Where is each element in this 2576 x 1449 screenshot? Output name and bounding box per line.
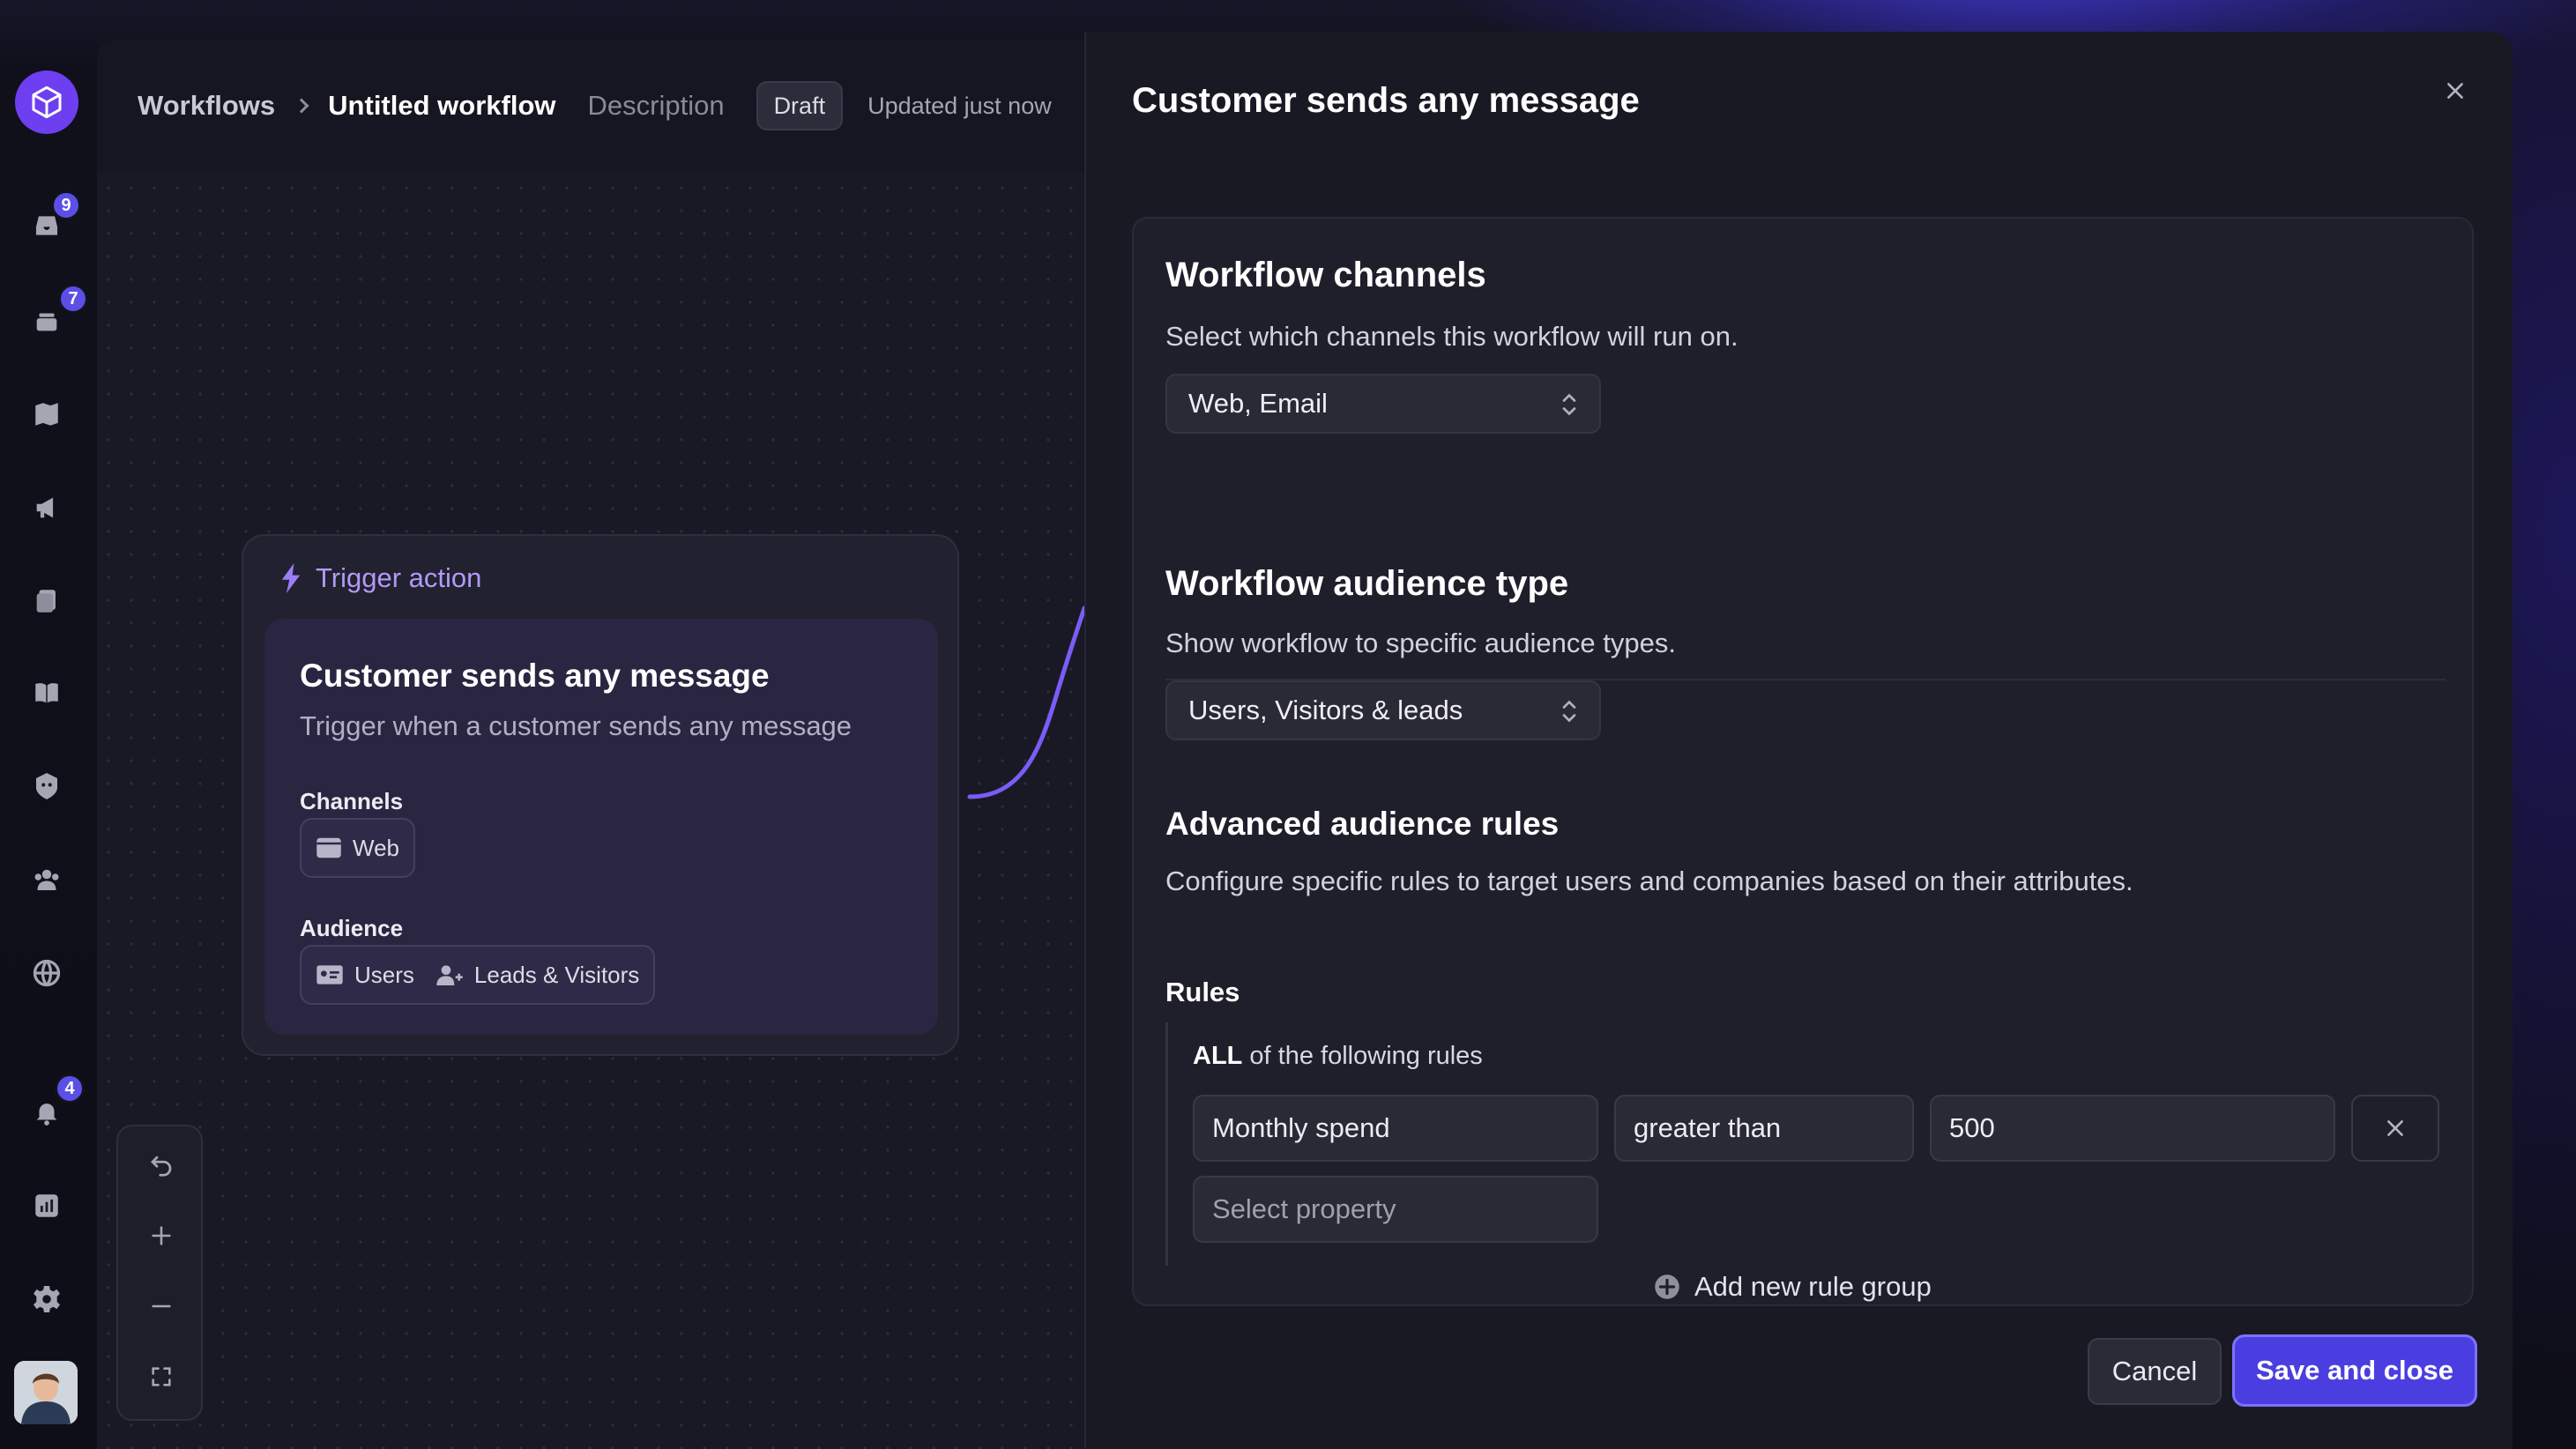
- rule-group: ALL of the following rules Monthly spend…: [1165, 1022, 2446, 1266]
- plus-circle-icon: [1655, 1274, 1679, 1299]
- reports-icon[interactable]: [26, 1185, 68, 1227]
- add-rule-group-label: Add new rule group: [1694, 1271, 1932, 1302]
- advanced-rules-title: Advanced audience rules: [1165, 806, 1560, 842]
- rule-value-field[interactable]: 500: [1930, 1095, 2335, 1162]
- audience-chip-leads: Leads & Visitors: [436, 962, 639, 989]
- inbox-badge: 9: [51, 190, 81, 220]
- match-keyword: ALL: [1193, 1042, 1243, 1070]
- status-badge: Draft: [756, 81, 844, 130]
- sidebar: 9 7 4: [0, 0, 93, 1449]
- trigger-settings-panel: Customer sends any message Workflow chan…: [1084, 32, 2513, 1449]
- workflow-title[interactable]: Untitled workflow: [328, 90, 555, 122]
- channels-label: Channels: [300, 788, 404, 814]
- updated-timestamp: Updated just now: [867, 92, 1052, 119]
- advanced-rules-subtitle: Configure specific rules to target users…: [1165, 866, 2133, 896]
- zoom-in-icon[interactable]: [140, 1215, 182, 1257]
- updown-chevron-icon: [1562, 700, 1576, 723]
- channels-select[interactable]: Web, Email: [1165, 374, 1601, 434]
- audience-chip-users: Users: [316, 962, 414, 989]
- undo-icon[interactable]: [140, 1144, 182, 1186]
- channels-section-title: Workflow channels: [1165, 256, 1486, 294]
- fit-view-icon[interactable]: [140, 1356, 182, 1398]
- trigger-content[interactable]: Customer sends any message Trigger when …: [264, 619, 938, 1035]
- canvas-controls: [116, 1125, 203, 1421]
- match-text: of the following rules: [1242, 1042, 1483, 1070]
- trigger-title: Customer sends any message: [300, 658, 770, 694]
- tickets-badge: 7: [58, 284, 88, 314]
- audience-section-title: Workflow audience type: [1165, 564, 1569, 603]
- megaphone-icon[interactable]: [26, 487, 68, 529]
- chevron-right-icon: [294, 98, 309, 114]
- audience-label: Audience: [300, 915, 404, 941]
- settings-card: Workflow channels Select which channels …: [1132, 217, 2474, 1306]
- user-avatar[interactable]: [14, 1361, 78, 1424]
- channels-section-subtitle: Select which channels this workflow will…: [1165, 321, 1738, 352]
- cancel-button[interactable]: Cancel: [2088, 1338, 2222, 1405]
- trigger-subtitle: Trigger when a customer sends any messag…: [300, 710, 852, 741]
- bot-icon[interactable]: [26, 765, 68, 807]
- close-icon[interactable]: [2435, 71, 2475, 111]
- rule-operator-field[interactable]: greater than: [1614, 1095, 1914, 1162]
- breadcrumb-workflows[interactable]: Workflows: [138, 90, 275, 122]
- browser-icon: [316, 837, 341, 858]
- close-icon: [2387, 1120, 2403, 1136]
- book-icon[interactable]: [26, 672, 68, 714]
- id-card-icon: [316, 965, 343, 985]
- rule-property-field[interactable]: Monthly spend: [1193, 1095, 1598, 1162]
- audience-section-subtitle: Show workflow to specific audience types…: [1165, 628, 1676, 658]
- rules-label: Rules: [1165, 977, 1240, 1007]
- connector-line: [967, 606, 1087, 799]
- rule-match-mode[interactable]: ALL of the following rules: [1193, 1042, 1483, 1071]
- remove-rule-button[interactable]: [2351, 1095, 2439, 1162]
- documents-icon[interactable]: [26, 580, 68, 622]
- description-field[interactable]: Description: [588, 90, 725, 122]
- audience-type-select[interactable]: Users, Visitors & leads: [1165, 680, 1601, 740]
- globe-icon[interactable]: [26, 952, 68, 994]
- lightning-icon: [281, 563, 301, 593]
- user-add-icon: [436, 965, 463, 985]
- trigger-header: Trigger action: [279, 562, 481, 594]
- map-icon[interactable]: [26, 393, 68, 435]
- audience-leads-visitors: Leads & Visitors: [473, 961, 640, 988]
- audience-users: Users: [354, 961, 414, 988]
- contacts-icon[interactable]: [26, 858, 68, 901]
- notifications-badge: 4: [55, 1074, 85, 1103]
- add-rule-group-button[interactable]: Add new rule group: [1654, 1271, 1932, 1303]
- channels-chips: Web: [300, 818, 415, 878]
- channel-web: Web: [353, 834, 399, 861]
- panel-title: Customer sends any message: [1132, 81, 1640, 120]
- trigger-heading: Trigger action: [316, 562, 482, 593]
- zoom-out-icon[interactable]: [140, 1285, 182, 1327]
- audience-chips: Users Leads & Visitors: [300, 945, 656, 1005]
- save-and-close-button[interactable]: Save and close: [2232, 1334, 2477, 1407]
- gear-icon[interactable]: [26, 1278, 68, 1320]
- logo-cube-icon[interactable]: [15, 71, 78, 134]
- channel-chip: Web: [316, 835, 399, 862]
- workflow-header: Workflows Untitled workflow Description …: [97, 39, 1084, 173]
- channels-select-value: Web, Email: [1188, 388, 1328, 419]
- select-property-field[interactable]: Select property: [1193, 1176, 1598, 1243]
- updown-chevron-icon: [1562, 393, 1576, 416]
- trigger-node[interactable]: Trigger action Customer sends any messag…: [242, 534, 959, 1056]
- audience-select-value: Users, Visitors & leads: [1188, 695, 1463, 725]
